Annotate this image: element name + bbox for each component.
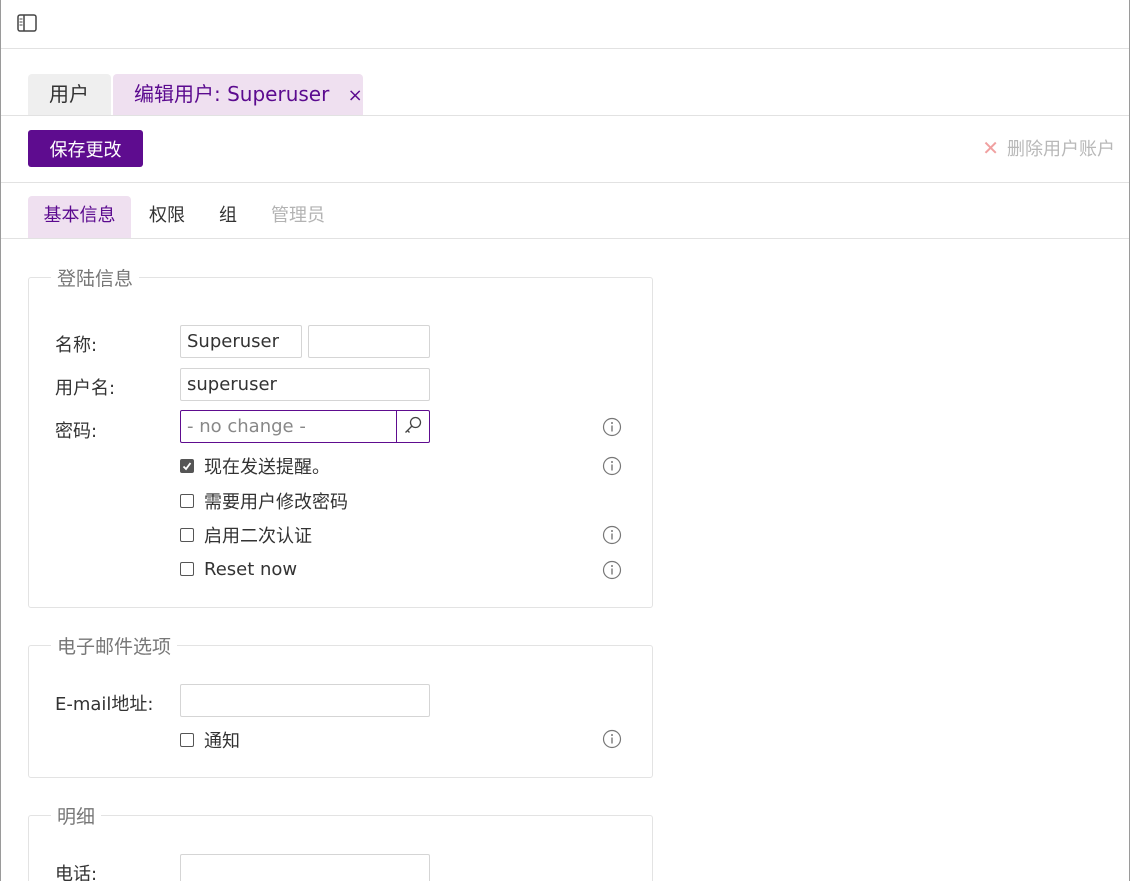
save-changes-button[interactable]: 保存更改 [28, 130, 143, 167]
generate-password-button[interactable] [396, 410, 430, 443]
document-tabs: 用户 编辑用户: Superuser × [1, 49, 1129, 116]
require-password-change-checkbox[interactable]: 需要用户修改密码 [180, 489, 348, 513]
last-name-input[interactable] [308, 325, 430, 358]
phone-label: 电话: [55, 864, 98, 881]
checkbox-unchecked-icon [180, 528, 194, 542]
tab-users[interactable]: 用户 [28, 74, 111, 115]
enable-2fa-label: 启用二次认证 [204, 526, 312, 547]
tab-groups[interactable]: 组 [219, 196, 237, 238]
details-section: 明细 电话: [28, 802, 653, 881]
close-tab-icon[interactable]: × [348, 75, 363, 116]
notify-info-icon[interactable] [602, 729, 622, 749]
tab-basic-info[interactable]: 基本信息 [28, 196, 131, 238]
delete-icon: ✕ [982, 136, 999, 160]
reset-now-checkbox[interactable]: Reset now [180, 557, 297, 581]
checkbox-unchecked-icon [180, 562, 194, 576]
notify-label: 通知 [204, 731, 240, 752]
password-label: 密码: [55, 421, 98, 442]
email-options-section: 电子邮件选项 E-mail地址: 通知 [28, 632, 653, 778]
toolbar: 保存更改 ✕ 删除用户账户 [1, 116, 1129, 183]
checkbox-checked-icon [180, 459, 194, 473]
sidebar-toggle-icon[interactable] [17, 14, 37, 32]
enable-2fa-info-icon[interactable] [602, 525, 622, 545]
phone-input[interactable] [180, 854, 430, 881]
name-label: 名称: [55, 335, 98, 356]
send-reminder-checkbox[interactable]: 现在发送提醒。 [180, 454, 330, 478]
email-options-legend: 电子邮件选项 [51, 632, 178, 659]
tab-users-label: 用户 [49, 82, 89, 106]
tab-admin[interactable]: 管理员 [271, 196, 325, 238]
tab-edit-user[interactable]: 编辑用户: Superuser × [113, 74, 363, 115]
tab-edit-user-label: 编辑用户: Superuser [134, 82, 330, 106]
login-info-section: 登陆信息 名称: 用户名: 密码: 现在发送提醒。 [28, 264, 653, 608]
email-label: E-mail地址: [55, 694, 154, 715]
enable-2fa-checkbox[interactable]: 启用二次认证 [180, 523, 312, 547]
tab-permissions[interactable]: 权限 [149, 196, 185, 238]
username-label: 用户名: [55, 378, 116, 399]
delete-user-account-label: 删除用户账户 [1007, 139, 1115, 160]
sub-tabs: 基本信息 权限 组 管理员 [1, 183, 1129, 239]
notify-checkbox[interactable]: 通知 [180, 728, 240, 752]
checkbox-unchecked-icon [180, 494, 194, 508]
delete-user-account-button[interactable]: ✕ 删除用户账户 [982, 135, 1115, 161]
password-info-icon[interactable] [602, 417, 622, 437]
require-password-change-label: 需要用户修改密码 [204, 492, 348, 513]
details-legend: 明细 [51, 802, 102, 829]
app-window: 用户 编辑用户: Superuser × 保存更改 ✕ 删除用户账户 基本信息 … [0, 0, 1130, 881]
first-name-input[interactable] [180, 325, 302, 358]
send-reminder-label: 现在发送提醒。 [204, 457, 330, 478]
reset-now-info-icon[interactable] [602, 560, 622, 580]
email-input[interactable] [180, 684, 430, 717]
password-input[interactable] [180, 410, 397, 443]
send-reminder-info-icon[interactable] [602, 456, 622, 476]
top-bar [1, 0, 1129, 49]
key-icon [403, 415, 423, 439]
checkbox-unchecked-icon [180, 733, 194, 747]
username-input[interactable] [180, 368, 430, 401]
reset-now-label: Reset now [204, 558, 298, 580]
login-info-legend: 登陆信息 [51, 264, 140, 291]
